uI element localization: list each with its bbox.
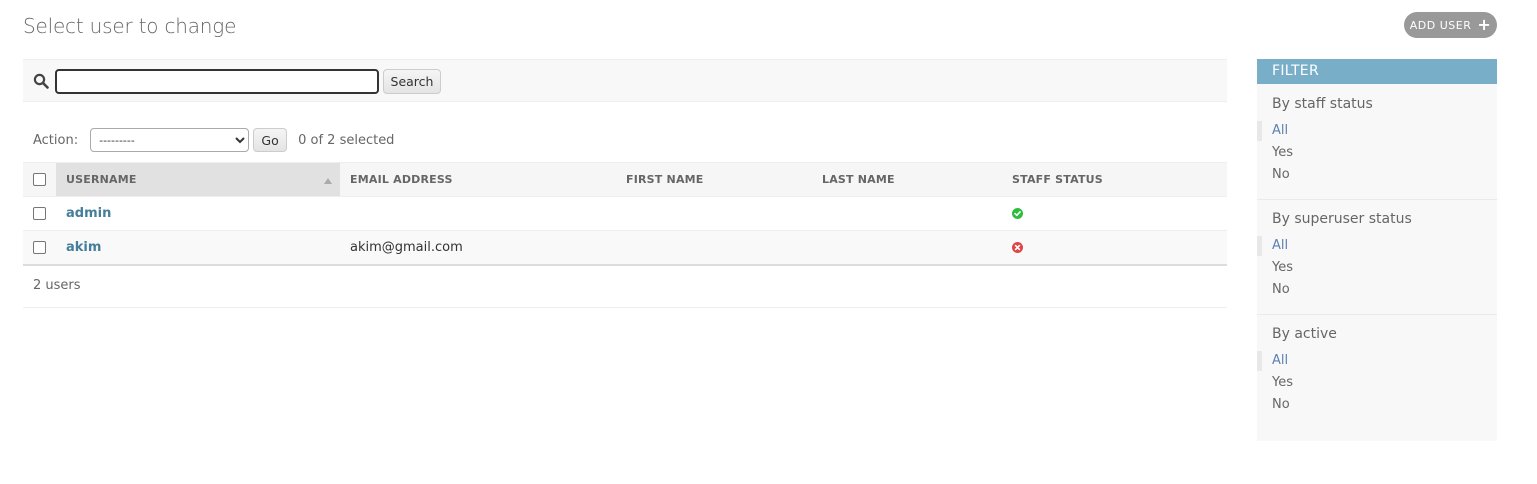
action-select[interactable]: --------- bbox=[90, 128, 250, 152]
first-name-cell bbox=[616, 230, 812, 266]
column-last-name[interactable]: LAST NAME bbox=[812, 162, 1002, 197]
filter-option-all[interactable]: All bbox=[1257, 350, 1497, 372]
add-user-label: ADD USER bbox=[1409, 18, 1472, 32]
first-name-cell bbox=[616, 196, 812, 231]
filter-option-all[interactable]: All bbox=[1257, 120, 1497, 142]
username-cell: akim bbox=[56, 230, 340, 266]
staff-status-cell bbox=[1002, 230, 1227, 266]
action-bar: Action: --------- Go 0 of 2 selected bbox=[23, 124, 1227, 156]
plus-icon: + bbox=[1477, 15, 1492, 34]
email-cell bbox=[340, 196, 616, 231]
go-button[interactable]: Go bbox=[253, 128, 288, 152]
result-list: USERNAME EMAIL ADDRESS FIRST NAME LAST N… bbox=[23, 162, 1227, 266]
username-link[interactable]: akim bbox=[66, 240, 101, 255]
x-circle-icon bbox=[1012, 241, 1023, 253]
row-select-cell bbox=[23, 196, 56, 231]
filter-header: FILTER bbox=[1257, 59, 1497, 84]
filter-group-staff-status: By staff status All Yes No bbox=[1257, 84, 1497, 199]
paginator: 2 users bbox=[23, 265, 1227, 308]
column-username-label: USERNAME bbox=[66, 173, 137, 186]
filter-option-yes[interactable]: Yes bbox=[1257, 142, 1497, 164]
table-row: admin bbox=[23, 196, 1227, 231]
filter-option-all[interactable]: All bbox=[1257, 235, 1497, 257]
selection-count: 0 of 2 selected bbox=[298, 132, 395, 148]
page-title: Select user to change bbox=[23, 14, 237, 38]
column-first-name[interactable]: FIRST NAME bbox=[616, 162, 812, 197]
email-cell: akim@gmail.com bbox=[340, 230, 616, 266]
action-label: Action: bbox=[33, 132, 79, 148]
filter-group-superuser-status: By superuser status All Yes No bbox=[1257, 200, 1497, 314]
filter-group-title: By active bbox=[1272, 326, 1337, 342]
filter-option-no[interactable]: No bbox=[1257, 394, 1497, 416]
add-user-button[interactable]: ADD USER + bbox=[1404, 12, 1497, 38]
search-button[interactable]: Search bbox=[383, 69, 441, 94]
filter-option-no[interactable]: No bbox=[1257, 279, 1497, 301]
row-select-cell bbox=[23, 230, 56, 266]
table-row: akim akim@gmail.com bbox=[23, 230, 1227, 266]
row-checkbox[interactable] bbox=[33, 207, 46, 220]
filter-group-title: By staff status bbox=[1272, 96, 1373, 112]
search-input[interactable] bbox=[55, 69, 379, 94]
search-icon bbox=[33, 73, 49, 89]
column-username[interactable]: USERNAME bbox=[56, 162, 340, 197]
staff-status-cell bbox=[1002, 196, 1227, 231]
search-toolbar: Search bbox=[23, 59, 1227, 102]
filter-option-yes[interactable]: Yes bbox=[1257, 372, 1497, 394]
filter-option-no[interactable]: No bbox=[1257, 164, 1497, 186]
column-email[interactable]: EMAIL ADDRESS bbox=[340, 162, 616, 197]
username-cell: admin bbox=[56, 196, 340, 231]
users-table: USERNAME EMAIL ADDRESS FIRST NAME LAST N… bbox=[23, 162, 1227, 266]
last-name-cell bbox=[812, 196, 1002, 231]
username-link[interactable]: admin bbox=[66, 206, 111, 221]
table-header-row: USERNAME EMAIL ADDRESS FIRST NAME LAST N… bbox=[23, 162, 1227, 197]
filter-group-title: By superuser status bbox=[1272, 211, 1412, 227]
column-staff-status[interactable]: STAFF STATUS bbox=[1002, 162, 1227, 197]
sort-ascending-icon[interactable] bbox=[324, 178, 332, 184]
select-all-checkbox[interactable] bbox=[33, 173, 46, 187]
filter-sidebar: FILTER By staff status All Yes No By sup… bbox=[1257, 59, 1497, 441]
select-all-header bbox=[23, 162, 56, 197]
row-checkbox[interactable] bbox=[33, 240, 46, 254]
check-circle-icon bbox=[1012, 208, 1023, 219]
filter-group-active: By active All Yes No bbox=[1257, 315, 1497, 416]
filter-option-yes[interactable]: Yes bbox=[1257, 257, 1497, 279]
last-name-cell bbox=[812, 230, 1002, 266]
